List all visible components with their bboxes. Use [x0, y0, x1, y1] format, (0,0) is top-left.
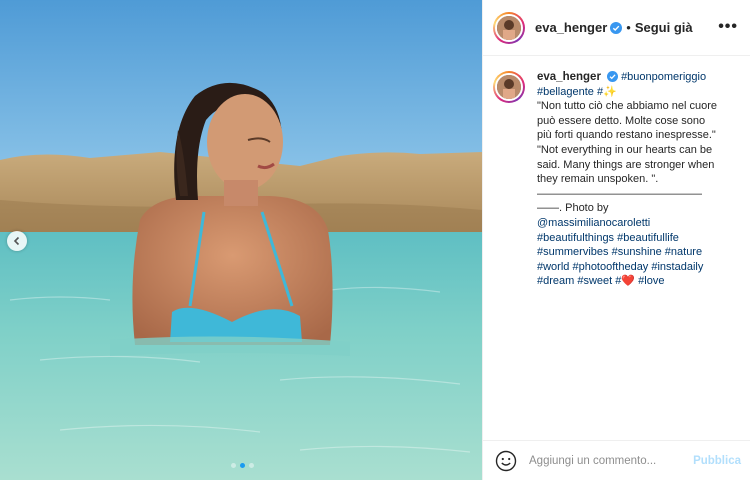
caption-line: più forti quando restano inespresse." — [537, 129, 716, 142]
caption-line: they remain unspoken. ". — [537, 173, 659, 186]
separator-dot: • — [626, 20, 631, 35]
post-photo[interactable] — [0, 0, 482, 480]
hashtag-link[interactable]: #love — [638, 275, 664, 287]
hashtag-line[interactable]: #world #photooftheday #instadaily — [537, 260, 738, 275]
carousel-prev-button[interactable] — [7, 231, 27, 251]
carousel-dot — [231, 463, 236, 468]
caption-line: può essere detto. Molte cose sono — [537, 114, 706, 127]
publish-button[interactable]: Pubblica — [693, 455, 741, 467]
chevron-left-icon — [13, 236, 20, 246]
caption-divider-line: ——————————————— — [537, 187, 702, 200]
caption-line: said. Many things are stronger when — [537, 158, 715, 171]
following-button[interactable]: Segui già — [635, 20, 693, 35]
hashtag-link[interactable]: #buonpomeriggio — [621, 71, 706, 83]
caption-line: "Non tutto ciò che abbiamo nel cuore — [537, 100, 718, 113]
photo-image — [0, 0, 482, 480]
caption-line: "Not everything in our hearts can be — [537, 143, 713, 156]
mention-link[interactable]: @massimilianocaroletti — [537, 217, 650, 229]
avatar-image — [497, 15, 521, 40]
hashtag-link[interactable]: #bellagente — [537, 86, 594, 98]
more-dots-icon[interactable]: ••• — [718, 18, 738, 36]
post-side-panel: eva_henger • Segui già ••• eva_henger #b… — [482, 0, 750, 480]
carousel-dot — [249, 463, 254, 468]
username-link[interactable]: eva_henger — [535, 20, 607, 35]
caption-line: ——. Photo by — [537, 202, 609, 215]
caption-username-link[interactable]: eva_henger — [537, 71, 601, 83]
hashtag-line[interactable]: #summervibes #sunshine #nature — [537, 245, 738, 260]
post-caption: eva_henger #buonpomeriggio #bellagente #… — [483, 56, 750, 289]
heart-emoji: ❤️ — [621, 275, 636, 288]
hashtag-line[interactable]: #beautifulthings #beautifullife — [537, 231, 738, 246]
caption-text: eva_henger #buonpomeriggio #bellagente #… — [537, 70, 738, 289]
comment-input[interactable] — [529, 454, 694, 467]
hashtag-line[interactable]: #dream #sweet # — [537, 275, 621, 287]
carousel-indicator — [231, 463, 254, 468]
verified-badge-icon — [607, 71, 618, 82]
sparkle-emoji: ✨ — [603, 85, 617, 98]
post-header: eva_henger • Segui già ••• — [483, 0, 750, 56]
caption-avatar[interactable] — [493, 71, 525, 103]
avatar-image — [497, 75, 521, 99]
comment-bar: Pubblica — [483, 440, 750, 480]
carousel-dot-active — [240, 463, 245, 468]
emoji-smiley-icon[interactable] — [495, 450, 517, 472]
verified-badge-icon — [610, 21, 623, 34]
avatar[interactable] — [493, 11, 525, 44]
